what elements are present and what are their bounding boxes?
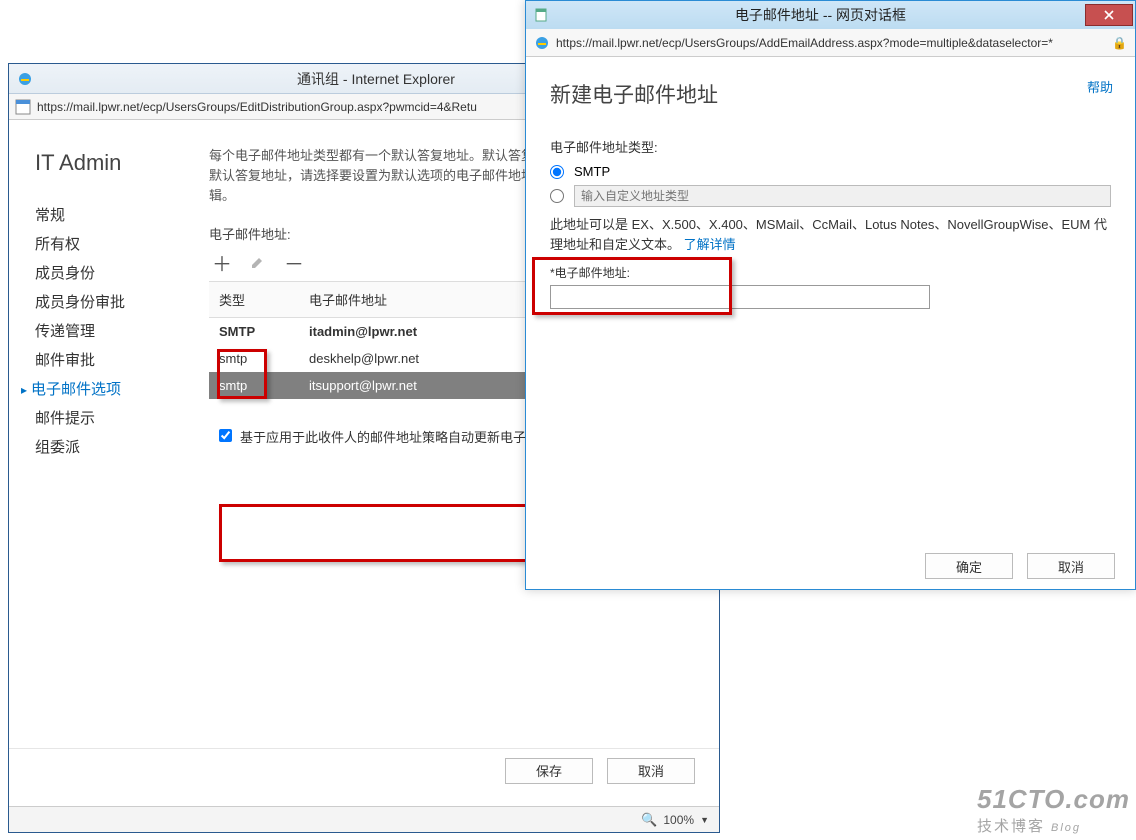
nav-item[interactable]: 邮件提示 <box>35 403 171 432</box>
help-link[interactable]: 帮助 <box>1087 77 1113 96</box>
zoom-icon[interactable]: 🔍 <box>641 812 657 828</box>
radio-custom-row <box>550 185 1111 207</box>
learn-more-link[interactable]: 了解详情 <box>684 237 736 252</box>
dialog-body: 帮助 新建电子邮件地址 电子邮件地址类型: SMTP 此地址可以是 EX、X.5… <box>526 57 1135 539</box>
nav-item[interactable]: 成员身份 <box>35 258 171 287</box>
ie-icon <box>534 35 550 51</box>
cell-type: SMTP <box>209 318 299 346</box>
dialog-footer: 确定 取消 <box>925 553 1115 579</box>
close-button[interactable] <box>1085 4 1133 26</box>
group-title: IT Admin <box>35 150 171 176</box>
hint-prefix: 此地址可以是 EX、X.500、X.400、MSMail、CcMail、Lotu… <box>550 217 1107 252</box>
status-bar: 🔍 100% ▼ <box>9 806 719 832</box>
page-icon <box>15 99 31 115</box>
cell-type: smtp <box>209 372 299 399</box>
lock-icon: 🔒 <box>1112 36 1127 50</box>
custom-type-input[interactable] <box>574 185 1111 207</box>
cell-type: smtp <box>209 345 299 372</box>
close-icon <box>1104 10 1114 20</box>
sidebar: IT Admin 常规所有权成员身份成员身份审批传递管理邮件审批电子邮件选项邮件… <box>9 120 189 792</box>
email-label: *电子邮件地址: <box>550 264 1111 281</box>
radio-smtp-row: SMTP <box>550 164 1111 179</box>
watermark-small: 技术博客Blog <box>977 815 1130 836</box>
dialog-url: https://mail.lpwr.net/ecp/UsersGroups/Ad… <box>556 36 1053 50</box>
hint-text: 此地址可以是 EX、X.500、X.400、MSMail、CcMail、Lotu… <box>550 215 1111 254</box>
nav-item[interactable]: 所有权 <box>35 229 171 258</box>
email-input[interactable] <box>550 285 930 309</box>
dialog-cancel-button[interactable]: 取消 <box>1027 553 1115 579</box>
radio-smtp[interactable] <box>550 165 564 179</box>
dialog-footer: 保存 取消 <box>9 748 719 792</box>
nav-item[interactable]: 传递管理 <box>35 316 171 345</box>
edit-icon[interactable] <box>249 253 267 271</box>
col-type[interactable]: 类型 <box>209 282 299 318</box>
zoom-dropdown-icon[interactable]: ▼ <box>700 815 709 825</box>
radio-custom[interactable] <box>550 189 564 203</box>
dialog-title: 电子邮件地址 -- 网页对话框 <box>556 5 1085 25</box>
add-icon[interactable]: ＋ <box>213 253 231 271</box>
dialog-heading: 新建电子邮件地址 <box>550 79 1111 109</box>
nav-item[interactable]: 成员身份审批 <box>35 287 171 316</box>
watermark-big: 51CTO.com <box>977 784 1130 815</box>
doc-icon <box>534 8 548 22</box>
radio-smtp-label: SMTP <box>574 164 610 179</box>
save-button[interactable]: 保存 <box>505 758 593 784</box>
ok-button[interactable]: 确定 <box>925 553 1013 579</box>
add-email-dialog: 电子邮件地址 -- 网页对话框 https://mail.lpwr.net/ec… <box>525 0 1136 590</box>
url-text: https://mail.lpwr.net/ecp/UsersGroups/Ed… <box>37 100 477 114</box>
nav-item[interactable]: 常规 <box>35 200 171 229</box>
watermark: 51CTO.com 技术博客Blog <box>977 784 1130 836</box>
nav-item[interactable]: 电子邮件选项 <box>35 374 171 403</box>
auto-update-checkbox[interactable] <box>219 429 232 442</box>
dialog-titlebar: 电子邮件地址 -- 网页对话框 <box>526 1 1135 29</box>
dialog-address-bar: https://mail.lpwr.net/ecp/UsersGroups/Ad… <box>526 29 1135 57</box>
remove-icon[interactable]: － <box>285 253 303 271</box>
ie-icon <box>17 71 33 87</box>
type-label: 电子邮件地址类型: <box>550 137 1111 156</box>
cancel-button[interactable]: 取消 <box>607 758 695 784</box>
zoom-value: 100% <box>663 813 694 827</box>
nav-item[interactable]: 组委派 <box>35 432 171 461</box>
nav-item[interactable]: 邮件审批 <box>35 345 171 374</box>
